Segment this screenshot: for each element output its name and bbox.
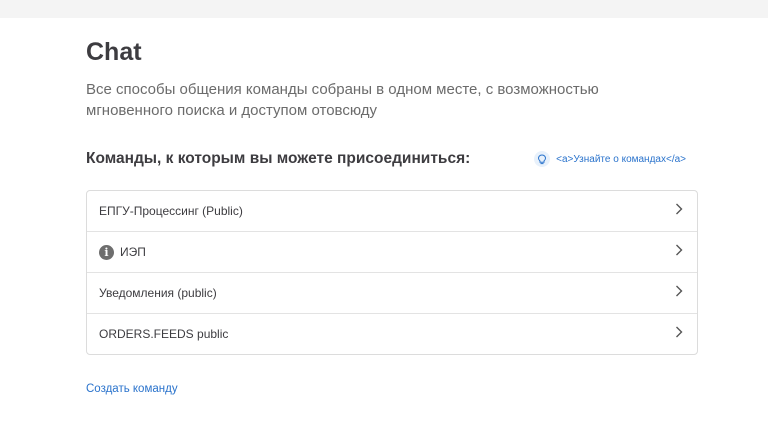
chevron-right-icon: [675, 325, 683, 343]
team-name: ЕПГУ-Процессинг (Public): [99, 204, 243, 218]
learn-about-teams-link[interactable]: <a>Узнайте о командах</a>: [556, 154, 686, 165]
lightbulb-icon: [534, 151, 551, 167]
team-name: Уведомления (public): [99, 286, 217, 300]
page-subtitle: Все способы общения команды собраны в од…: [86, 81, 599, 119]
top-bar: [0, 0, 768, 18]
chevron-right-icon: [675, 284, 683, 302]
info-icon: i: [99, 244, 114, 260]
teams-heading: Команды, к которым вы можете присоединит…: [86, 150, 471, 167]
team-name: ИЭП: [120, 245, 146, 259]
main-content: Chat Все способы общения команды собраны…: [86, 18, 698, 397]
team-row[interactable]: ORDERS.FEEDS public: [87, 314, 697, 354]
learn-about-teams[interactable]: <a>Узнайте о командах</a>: [534, 151, 686, 167]
create-team-link[interactable]: Создать команду: [86, 383, 178, 395]
chevron-right-icon: [675, 202, 683, 220]
chevron-right-icon: [675, 243, 683, 261]
page-title: Chat: [86, 38, 142, 66]
teams-list: ЕПГУ-Процессинг (Public) i ИЭП Уведомлен…: [86, 190, 698, 355]
teams-header: Команды, к которым вы можете присоединит…: [86, 148, 698, 170]
team-name: ORDERS.FEEDS public: [99, 327, 229, 341]
team-row[interactable]: i ИЭП: [87, 232, 697, 273]
team-row[interactable]: Уведомления (public): [87, 273, 697, 314]
team-row[interactable]: ЕПГУ-Процессинг (Public): [87, 191, 697, 232]
